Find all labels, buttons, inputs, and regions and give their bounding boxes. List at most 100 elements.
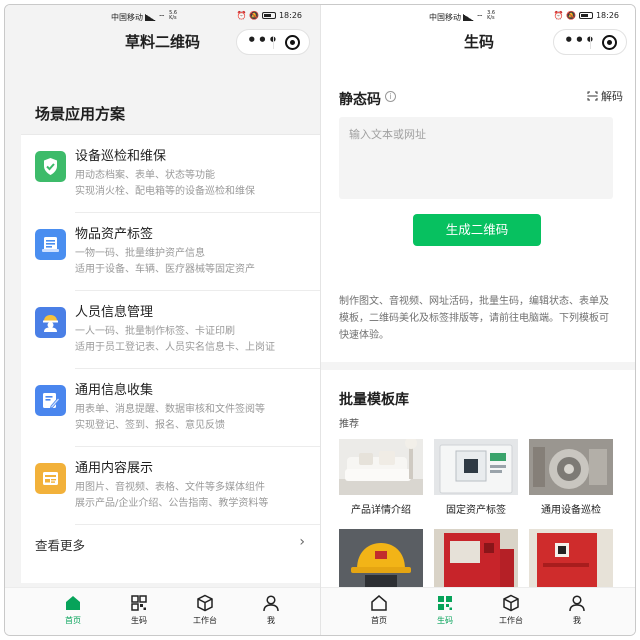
status-left: 中国移动 ⌔ 3.6 K/s xyxy=(429,11,495,23)
status-right: ⏰ 🔕 18:26 xyxy=(553,11,619,20)
cube-box-icon xyxy=(197,594,213,612)
tab-label: 首页 xyxy=(65,616,81,625)
tab-label: 我 xyxy=(573,616,581,625)
battery-icon xyxy=(261,12,276,19)
scene-item-info-collection[interactable]: 通用信息收集 用表单、消息提醒、数据审核和文件签阅等 实现登记、签到、报名、意见… xyxy=(21,369,320,447)
tab-me[interactable]: 我 xyxy=(557,594,597,626)
template-thumbnail xyxy=(529,529,613,591)
scene-item-personnel-info[interactable]: 人员信息管理 一人一码、批量制作标签、卡证印刷 适用于员工登记表、人员实名信息卡… xyxy=(21,291,320,369)
scene-item-desc: 展示产品/企业介绍、公告指南、教学资料等 xyxy=(75,498,269,509)
signal-icon xyxy=(145,14,156,21)
scene-item-desc: 用动态档案、表单、状态等功能 xyxy=(75,170,215,181)
more-dots-icon[interactable]: ••• xyxy=(247,31,279,49)
target-icon[interactable] xyxy=(285,35,300,50)
template-thumbnail xyxy=(339,439,423,495)
qr-grid-icon xyxy=(438,596,452,610)
scene-item-desc: 一人一码、批量制作标签、卡证印刷 xyxy=(75,326,235,337)
clock: 18:26 xyxy=(278,11,302,20)
tab-label: 工作台 xyxy=(193,616,217,625)
tab-generate[interactable]: 生码 xyxy=(425,594,465,626)
scene-item-title: 通用内容展示 xyxy=(75,461,154,476)
tip-line: 模板，二维码美化及标签排版等，请前往电脑端。下列模板可 xyxy=(339,313,609,324)
capsule-divider xyxy=(590,36,591,49)
scene-item-title: 通用信息收集 xyxy=(75,383,154,398)
clock: 18:26 xyxy=(595,11,619,20)
tab-generate[interactable]: 生码 xyxy=(119,594,159,626)
tab-label: 工作台 xyxy=(499,616,523,625)
target-icon[interactable] xyxy=(602,35,617,50)
scene-item-desc: 用图片、音视频、表格、文件等多媒体组件 xyxy=(75,482,265,493)
tab-label: 首页 xyxy=(371,616,387,625)
tab-workbench[interactable]: 工作台 xyxy=(185,594,225,626)
person-icon xyxy=(263,595,279,612)
see-more-link[interactable]: 查看更多 xyxy=(35,535,85,554)
alarm-icon: ⏰ xyxy=(553,11,564,20)
miniprogram-capsule[interactable]: ••• xyxy=(236,29,310,55)
carrier-label: 中国移动 xyxy=(111,13,143,22)
divider xyxy=(75,524,320,525)
tab-home[interactable]: 首页 xyxy=(53,594,93,626)
tab-home[interactable]: 首页 xyxy=(359,594,399,626)
tab-workbench[interactable]: 工作台 xyxy=(491,594,531,626)
scene-item-title: 人员信息管理 xyxy=(75,305,154,320)
template-thumbnail xyxy=(339,529,423,591)
signal-icon xyxy=(463,14,474,21)
content-card-icon xyxy=(35,463,66,494)
scan-icon xyxy=(587,91,598,101)
scene-item-desc: 适用于员工登记表、人员实名信息卡、上岗证 xyxy=(75,342,275,353)
recommend-label: 推荐 xyxy=(339,419,359,430)
template-thumbnail xyxy=(434,529,518,591)
mute-icon: 🔕 xyxy=(248,11,259,20)
generate-screen: 中国移动 ⌔ 3.6 K/s ⏰ 🔕 18:26 生码 ••• 静态码 i 解码 输入… xyxy=(321,5,635,635)
mute-icon: 🔕 xyxy=(565,11,576,20)
template-name: 固定资产标签 xyxy=(446,505,506,516)
printer-tag-icon xyxy=(35,229,66,260)
cube-box-icon xyxy=(503,594,519,612)
scene-item-desc: 用表单、消息提醒、数据审核和文件签阅等 xyxy=(75,404,265,415)
status-left: 中国移动 ⌔ 5.6 K/s xyxy=(111,11,177,23)
template-thumbnail xyxy=(529,439,613,495)
chevron-right-icon[interactable]: › xyxy=(299,534,305,550)
desktop-tip: 制作图文、音视频、网址活码，批量生码，编辑状态、表单及 模板，二维码美化及标签排… xyxy=(339,293,617,344)
text-url-input[interactable]: 输入文本或网址 xyxy=(339,117,613,199)
screenshot-frame: 中国移动 ⌔ 5.6 K/s ⏰ 🔕 18:26 草料二维码 ••• 场景应用方案 设… xyxy=(4,4,636,636)
tab-label: 生码 xyxy=(131,616,147,625)
scene-item-desc: 适用于设备、车辆、医疗器械等固定资产 xyxy=(75,264,255,275)
miniprogram-capsule[interactable]: ••• xyxy=(553,29,627,55)
wifi-icon: ⌔ xyxy=(158,13,166,22)
scene-solutions-card: 场景应用方案 设备巡检和维保 用动态档案、表单、状态等功能 实现消火栓、配电箱等… xyxy=(21,83,320,583)
batch-template-title: 批量模板库 xyxy=(339,392,409,408)
scene-item-device-inspection[interactable]: 设备巡检和维保 用动态档案、表单、状态等功能 实现消火栓、配电箱等的设备巡检和维… xyxy=(21,135,320,213)
person-icon xyxy=(569,595,585,612)
scene-item-asset-label[interactable]: 物品资产标签 一物一码、批量维护资产信息 适用于设备、车辆、医疗器械等固定资产 xyxy=(21,213,320,291)
scene-item-desc: 实现消火栓、配电箱等的设备巡检和维保 xyxy=(75,186,255,197)
scene-item-title: 设备巡检和维保 xyxy=(75,149,167,164)
more-dots-icon[interactable]: ••• xyxy=(564,31,596,49)
tab-me[interactable]: 我 xyxy=(251,594,291,626)
form-edit-icon xyxy=(35,385,66,416)
decode-label: 解码 xyxy=(601,90,623,103)
worker-helmet-icon xyxy=(35,307,66,338)
section-separator xyxy=(321,362,635,370)
generate-qr-button[interactable]: 生成二维码 xyxy=(413,214,541,246)
info-icon[interactable]: i xyxy=(385,91,396,102)
home-screen: 中国移动 ⌔ 5.6 K/s ⏰ 🔕 18:26 草料二维码 ••• 场景应用方案 设… xyxy=(5,5,321,635)
tip-line: 制作图文、音视频、网址活码，批量生码，编辑状态、表单及 xyxy=(339,296,609,307)
wifi-icon: ⌔ xyxy=(476,13,484,22)
carrier-label: 中国移动 xyxy=(429,13,461,22)
alarm-icon: ⏰ xyxy=(236,11,247,20)
status-bar: 中国移动 ⌔ 3.6 K/s ⏰ 🔕 18:26 xyxy=(321,5,635,27)
decode-button[interactable]: 解码 xyxy=(587,88,623,104)
scene-item-desc: 实现登记、签到、报名、意见反馈 xyxy=(75,420,225,431)
template-name: 通用设备巡检 xyxy=(541,505,601,516)
tip-line: 快速体验。 xyxy=(339,330,389,341)
static-code-title: 静态码 xyxy=(339,92,381,108)
capsule-divider xyxy=(273,36,274,49)
net-speed: 3.6 K/s xyxy=(487,10,496,21)
status-right: ⏰ 🔕 18:26 xyxy=(236,11,302,20)
status-bar: 中国移动 ⌔ 5.6 K/s ⏰ 🔕 18:26 xyxy=(5,5,320,27)
scene-item-content-display[interactable]: 通用内容展示 用图片、音视频、表格、文件等多媒体组件 展示产品/企业介绍、公告指… xyxy=(21,447,320,525)
tab-label: 生码 xyxy=(437,616,453,625)
shield-check-icon xyxy=(35,151,66,182)
tab-bar: 首页 生码 工作台 我 xyxy=(321,587,635,635)
